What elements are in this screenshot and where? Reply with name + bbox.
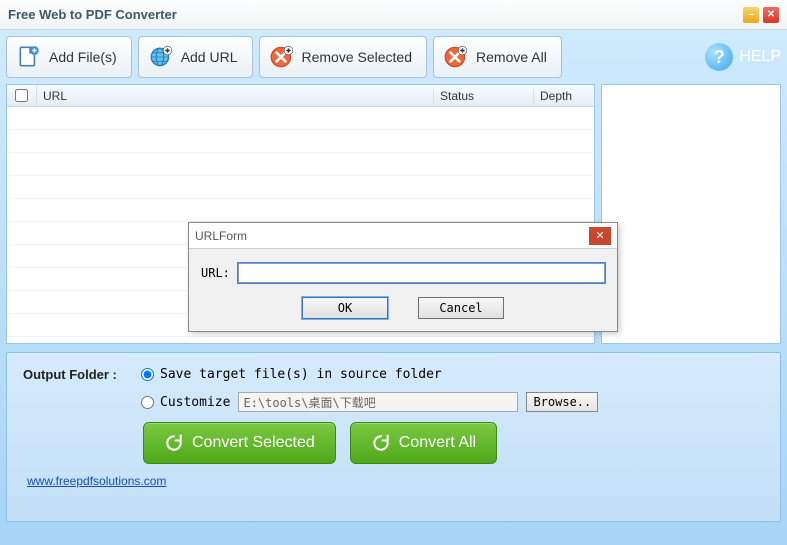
url-field-label: URL: [201, 266, 230, 280]
website-link[interactable]: www.freepdfsolutions.com [27, 474, 764, 488]
help-label: HELP [739, 48, 781, 66]
radio-source-label: Save target file(s) in source folder [160, 367, 442, 382]
convert-selected-label: Convert Selected [192, 434, 315, 452]
remove-selected-button[interactable]: Remove Selected [259, 36, 428, 78]
preview-panel [601, 84, 781, 344]
add-files-button[interactable]: Add File(s) [6, 36, 132, 78]
output-panel: Output Folder : Save target file(s) in s… [6, 352, 781, 522]
remove-all-label: Remove All [476, 49, 547, 65]
minimize-button[interactable]: – [743, 7, 759, 23]
url-input[interactable] [238, 263, 605, 283]
column-url[interactable]: URL [37, 89, 434, 103]
dialog-titlebar: URLForm ✕ [189, 223, 617, 249]
column-depth[interactable]: Depth [534, 89, 594, 103]
convert-selected-button[interactable]: Convert Selected [143, 422, 336, 464]
url-dialog: URLForm ✕ URL: OK Cancel [188, 222, 618, 332]
titlebar: Free Web to PDF Converter – ✕ [0, 0, 787, 30]
table-row [7, 176, 594, 199]
add-files-label: Add File(s) [49, 49, 117, 65]
add-url-label: Add URL [181, 49, 238, 65]
cancel-button[interactable]: Cancel [418, 297, 504, 319]
add-url-button[interactable]: Add URL [138, 36, 253, 78]
column-status[interactable]: Status [434, 89, 534, 103]
refresh-icon [371, 433, 391, 453]
remove-all-icon [442, 43, 470, 71]
custom-path-input[interactable] [238, 392, 518, 412]
remove-selected-icon [268, 43, 296, 71]
remove-selected-label: Remove Selected [302, 49, 413, 65]
convert-all-label: Convert All [399, 434, 476, 452]
globe-plus-icon [147, 43, 175, 71]
table-header: URL Status Depth [7, 85, 594, 107]
toolbar: Add File(s) Add URL Remove Selected Remo… [6, 36, 781, 78]
dialog-body: URL: OK Cancel [189, 249, 617, 331]
help-button[interactable]: ? HELP [705, 43, 781, 71]
help-icon: ? [705, 43, 733, 71]
output-folder-label: Output Folder : [23, 367, 133, 382]
table-row [7, 130, 594, 153]
ok-button[interactable]: OK [302, 297, 388, 319]
window-title: Free Web to PDF Converter [8, 7, 739, 22]
close-button[interactable]: ✕ [763, 7, 779, 23]
select-all-checkbox[interactable] [7, 85, 37, 106]
table-row [7, 107, 594, 130]
refresh-icon [164, 433, 184, 453]
dialog-close-button[interactable]: ✕ [589, 227, 611, 245]
convert-all-button[interactable]: Convert All [350, 422, 497, 464]
browse-button[interactable]: Browse.. [526, 392, 598, 412]
table-row [7, 153, 594, 176]
dialog-title-text: URLForm [195, 229, 247, 243]
remove-all-button[interactable]: Remove All [433, 36, 562, 78]
radio-customize[interactable]: Customize [141, 395, 230, 410]
radio-customize-label: Customize [160, 395, 230, 410]
file-plus-icon [15, 43, 43, 71]
radio-source-folder[interactable]: Save target file(s) in source folder [141, 367, 442, 382]
table-row [7, 199, 594, 222]
